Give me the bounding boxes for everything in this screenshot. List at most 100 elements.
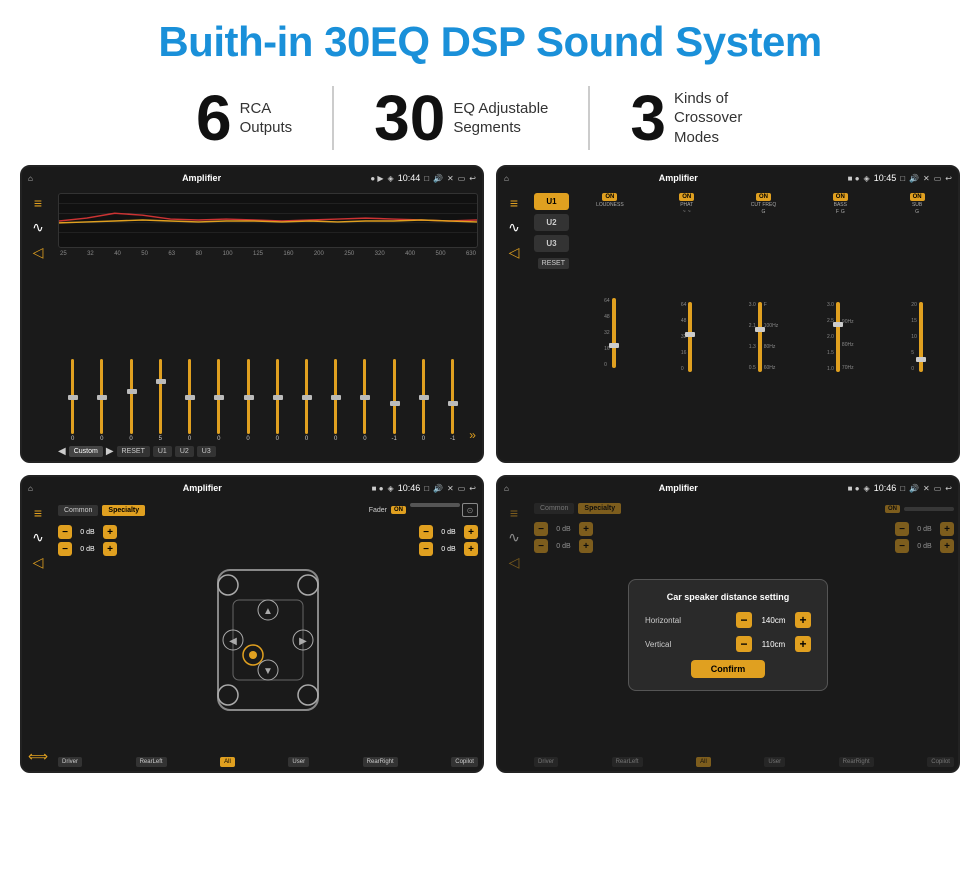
user-btn[interactable]: User <box>288 757 309 767</box>
dialog-confirm-button[interactable]: Confirm <box>691 660 766 678</box>
speaker-db-control-2: − 0 dB + <box>58 542 117 556</box>
crossover-reset-btn[interactable]: RESET <box>538 258 569 269</box>
crossover-sidebar-speaker-icon[interactable]: ◁ <box>509 244 520 261</box>
crossover-minimize-icon[interactable]: ▭ <box>934 174 942 183</box>
speaker-sidebar: ≡ ∿ ◁ ⟺ <box>22 499 54 771</box>
db-value-3: 0 dB <box>436 529 461 536</box>
svg-text:◀: ◀ <box>229 636 237 647</box>
eq-prev-arrow[interactable]: ◀ <box>58 446 66 457</box>
db-plus-2[interactable]: + <box>103 542 117 556</box>
specialty-tab[interactable]: Specialty <box>102 505 145 516</box>
phat-slider[interactable] <box>688 302 692 372</box>
fader-slider[interactable] <box>410 503 460 507</box>
eq-sidebar-speaker-icon[interactable]: ◁ <box>33 244 44 261</box>
eq-time: 10:44 <box>398 173 421 183</box>
stat-rca-label: RCAOutputs <box>240 99 293 138</box>
stats-row: 6 RCAOutputs 30 EQ AdjustableSegments 3 … <box>0 76 980 165</box>
eq-u1-btn[interactable]: U1 <box>153 446 172 457</box>
eq-close-icon[interactable]: ✕ <box>447 174 454 183</box>
eq-content: ≡ ∿ ◁ <box>22 189 482 461</box>
rearright-btn[interactable]: RearRight <box>363 757 398 767</box>
dialog-vertical-value: 110cm <box>756 640 791 649</box>
eq-minimize-icon[interactable]: ▭ <box>458 174 466 183</box>
speaker-sidebar-wave-icon[interactable]: ∿ <box>32 529 44 546</box>
crossover-u2-btn[interactable]: U2 <box>534 214 569 231</box>
crossover-sidebar-eq-icon[interactable]: ≡ <box>510 195 518 211</box>
eq-slider-14: -1 <box>440 359 465 442</box>
eq-camera-icon[interactable]: □ <box>424 174 429 183</box>
crossover-bass: ON BASS FG 3.0 2.5 2.0 1.5 1.0 <box>803 193 877 457</box>
crossover-volume-icon[interactable]: 🔊 <box>909 174 919 183</box>
db-minus-4[interactable]: − <box>419 542 433 556</box>
stat-eq-number: 30 <box>374 86 445 150</box>
sub-slider[interactable] <box>919 302 923 372</box>
cutfreq-slider[interactable] <box>758 302 762 372</box>
speaker-minimize-icon[interactable]: ▭ <box>458 484 466 493</box>
crossover-sidebar-wave-icon[interactable]: ∿ <box>508 219 520 236</box>
speaker-volume-icon[interactable]: 🔊 <box>433 484 443 493</box>
crossover-loudness: ON LOUDNESS 64 48 32 16 0 <box>573 193 647 457</box>
crossover-home-icon[interactable]: ⌂ <box>504 174 509 183</box>
speaker-back-icon[interactable]: ↩ <box>469 484 476 493</box>
crossover-camera-icon[interactable]: □ <box>900 174 905 183</box>
eq-reset-btn[interactable]: RESET <box>117 446 150 457</box>
crossover-back-icon[interactable]: ↩ <box>945 174 952 183</box>
eq-slider-5: 0 <box>177 359 202 442</box>
rearleft-btn[interactable]: RearLeft <box>136 757 167 767</box>
eq-back-icon[interactable]: ↩ <box>469 174 476 183</box>
db-plus-3[interactable]: + <box>464 525 478 539</box>
screen-crossover: ⌂ Amplifier ■ ● ◈ 10:45 □ 🔊 ✕ ▭ ↩ ≡ ∿ ◁ <box>496 165 960 463</box>
crossover-u1-btn[interactable]: U1 <box>534 193 569 210</box>
home-icon[interactable]: ⌂ <box>28 174 33 183</box>
speaker-camera-icon[interactable]: □ <box>424 484 429 493</box>
speaker-db-control-3: − 0 dB + <box>419 525 478 539</box>
speaker-home-icon[interactable]: ⌂ <box>28 484 33 493</box>
driver-btn[interactable]: Driver <box>58 757 82 767</box>
dialog-vertical-plus[interactable]: + <box>795 636 811 652</box>
distance-close-icon[interactable]: ✕ <box>923 484 930 493</box>
db-minus-3[interactable]: − <box>419 525 433 539</box>
distance-back-icon[interactable]: ↩ <box>945 484 952 493</box>
db-value-4: 0 dB <box>436 546 461 553</box>
speaker-sidebar-arrows-icon[interactable]: ⟺ <box>28 748 48 765</box>
bass-slider[interactable] <box>836 302 840 372</box>
db-plus-4[interactable]: + <box>464 542 478 556</box>
speaker-sidebar-speaker-icon[interactable]: ◁ <box>33 554 44 571</box>
loudness-slider[interactable] <box>612 298 616 368</box>
copilot-btn[interactable]: Copilot <box>451 757 478 767</box>
eq-u3-btn[interactable]: U3 <box>197 446 216 457</box>
crossover-u3-btn[interactable]: U3 <box>534 235 569 252</box>
common-tab[interactable]: Common <box>58 505 98 516</box>
eq-curve-svg <box>59 194 477 247</box>
speaker-dots: ■ ● <box>372 484 384 493</box>
eq-title: Amplifier <box>37 173 366 183</box>
crossover-close-icon[interactable]: ✕ <box>923 174 930 183</box>
distance-home-icon[interactable]: ⌂ <box>504 484 509 493</box>
eq-sidebar-wave-icon[interactable]: ∿ <box>32 219 44 236</box>
eq-bottom-bar: ◀ Custom ▶ RESET U1 U2 U3 <box>58 446 478 457</box>
dialog-horizontal-plus[interactable]: + <box>795 612 811 628</box>
eq-more-arrows[interactable]: » <box>469 428 476 442</box>
speaker-sidebar-eq-icon[interactable]: ≡ <box>34 505 42 521</box>
eq-sidebar: ≡ ∿ ◁ <box>22 189 54 461</box>
distance-camera-icon[interactable]: □ <box>900 484 905 493</box>
eq-u2-btn[interactable]: U2 <box>175 446 194 457</box>
dialog-horizontal-minus[interactable]: − <box>736 612 752 628</box>
distance-volume-icon[interactable]: 🔊 <box>909 484 919 493</box>
dialog-horizontal-control: − 140cm + <box>736 612 811 628</box>
eq-slider-8: 0 <box>265 359 290 442</box>
db-minus-2[interactable]: − <box>58 542 72 556</box>
dialog-vertical-minus[interactable]: − <box>736 636 752 652</box>
eq-next-arrow[interactable]: ▶ <box>106 446 114 457</box>
db-minus-1[interactable]: − <box>58 525 72 539</box>
eq-sidebar-eq-icon[interactable]: ≡ <box>34 195 42 211</box>
eq-volume-icon[interactable]: 🔊 <box>433 174 443 183</box>
eq-slider-10: 0 <box>323 359 348 442</box>
db-value-1: 0 dB <box>75 529 100 536</box>
all-btn[interactable]: All <box>220 757 235 767</box>
db-plus-1[interactable]: + <box>103 525 117 539</box>
distance-minimize-icon[interactable]: ▭ <box>934 484 942 493</box>
speaker-left-controls: − 0 dB + − 0 dB + <box>58 525 117 754</box>
speaker-close-icon[interactable]: ✕ <box>447 484 454 493</box>
car-diagram-svg: ▲ ▼ ◀ ▶ <box>203 560 333 720</box>
